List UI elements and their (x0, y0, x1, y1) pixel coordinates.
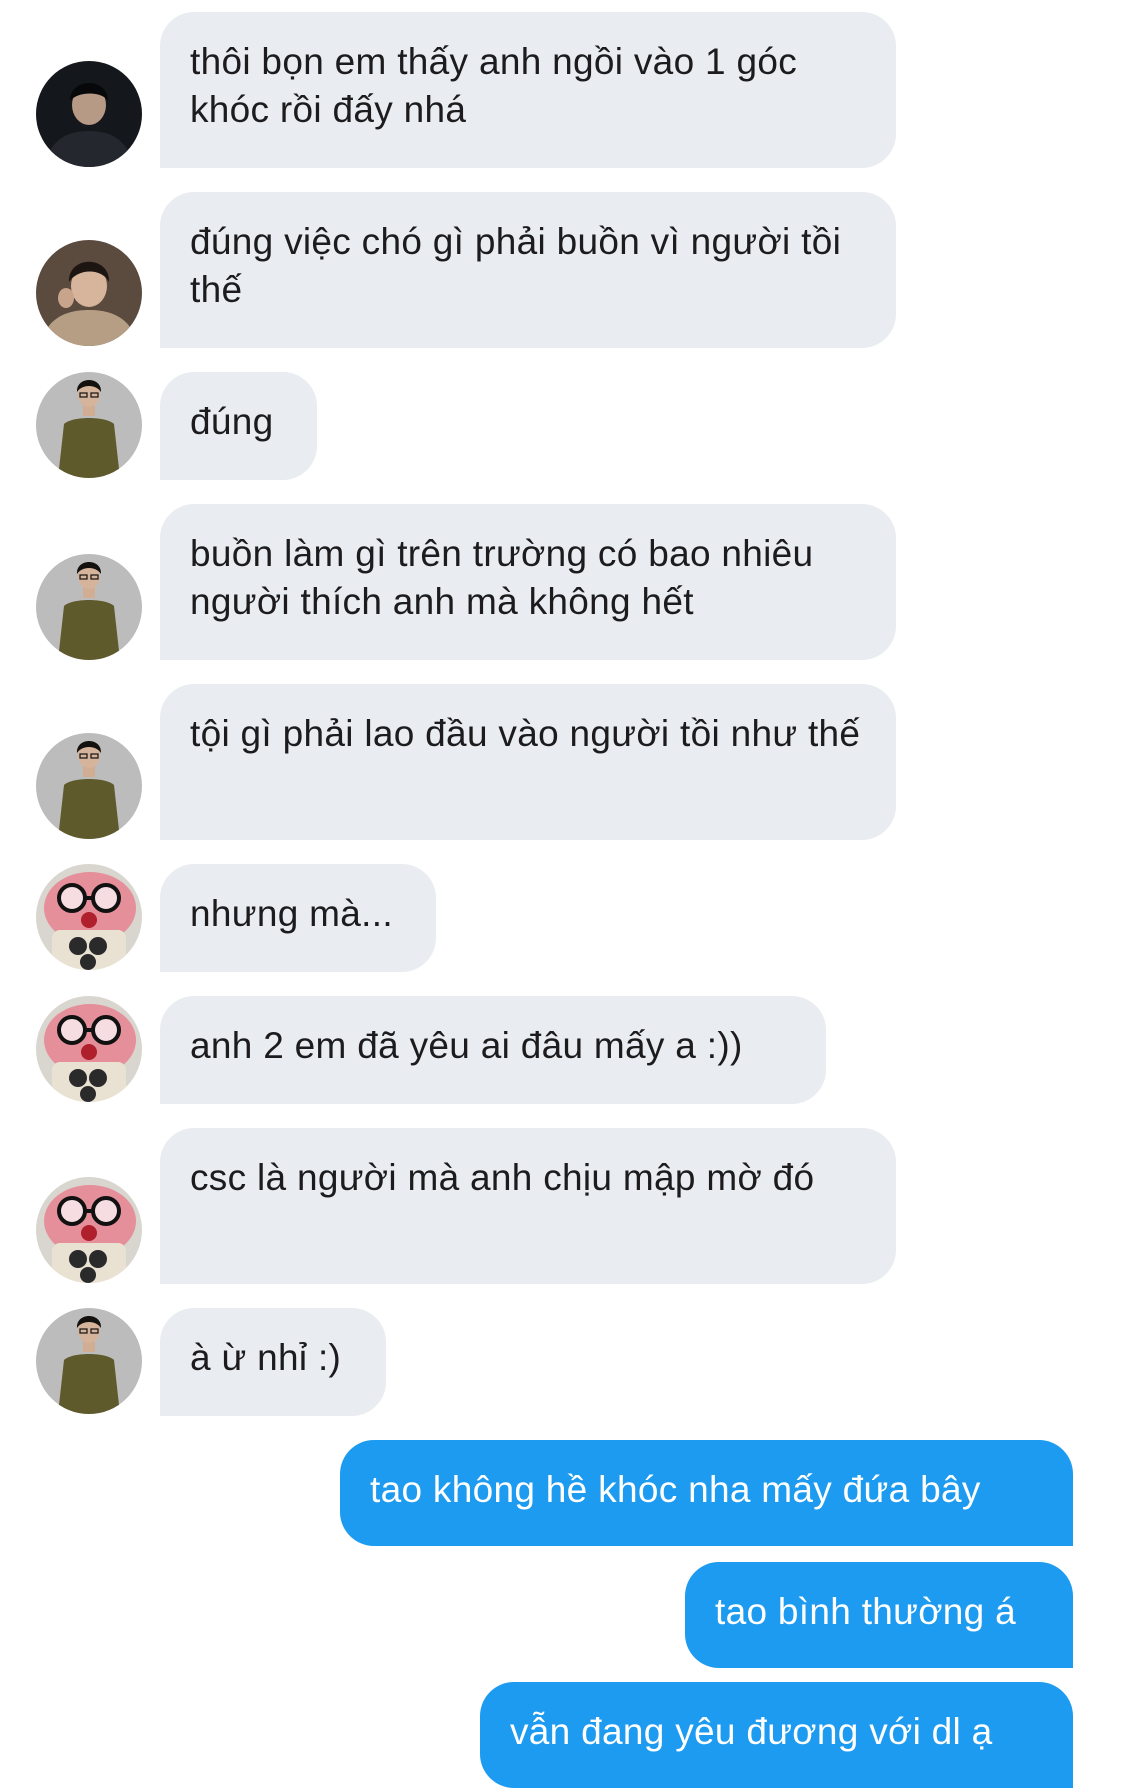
message-text: thôi bọn em thấy anh ngồi vào 1 góc khóc… (190, 41, 798, 130)
message-row: anh 2 em đã yêu ai đâu mấy a :)) (0, 996, 1125, 1104)
avatar-glasses-olive-shirt-icon (36, 554, 142, 660)
avatar-pink-plush-glasses[interactable] (36, 864, 142, 970)
message-row: tao bình thường á (0, 1562, 1125, 1668)
message-bubble[interactable]: đúng việc chó gì phải buồn vì người tồi … (160, 192, 896, 348)
message-row: vẫn đang yêu đương với dl ạ (0, 1682, 1125, 1788)
message-text: nhưng mà... (190, 893, 393, 934)
avatar-glasses-olive-shirt-icon (36, 733, 142, 839)
avatar-dark-jacket-icon (36, 61, 142, 167)
message-text: đúng (190, 401, 274, 442)
avatar-pink-plush-glasses[interactable] (36, 1177, 142, 1283)
message-thread: thôi bọn em thấy anh ngồi vào 1 góc khóc… (0, 0, 1125, 1791)
avatar-glasses-olive-shirt-icon (36, 1308, 142, 1414)
message-bubble[interactable]: buồn làm gì trên trường có bao nhiêu ngư… (160, 504, 896, 660)
message-row: đúng việc chó gì phải buồn vì người tồi … (0, 192, 1125, 348)
avatar-boy-hoodie[interactable] (36, 240, 142, 346)
message-row: đúng (0, 372, 1125, 480)
message-row: buồn làm gì trên trường có bao nhiêu ngư… (0, 504, 1125, 660)
message-bubble[interactable]: csc là người mà anh chịu mập mờ đó (160, 1128, 896, 1284)
message-row: nhưng mà... (0, 864, 1125, 972)
message-bubble[interactable]: nhưng mà... (160, 864, 436, 972)
avatar-pink-plush-glasses[interactable] (36, 996, 142, 1102)
message-row: tao không hề khóc nha mấy đứa bây (0, 1440, 1125, 1546)
message-row: tội gì phải lao đầu vào người tồi như th… (0, 684, 1125, 840)
message-text: vẫn đang yêu đương với dl ạ (510, 1711, 993, 1752)
avatar-glasses-olive-shirt-icon (36, 372, 142, 478)
message-row: thôi bọn em thấy anh ngồi vào 1 góc khóc… (0, 12, 1125, 168)
message-bubble[interactable]: vẫn đang yêu đương với dl ạ (480, 1682, 1073, 1788)
message-text: à ừ nhỉ :) (190, 1337, 342, 1378)
message-bubble[interactable]: đúng (160, 372, 317, 480)
message-bubble[interactable]: thôi bọn em thấy anh ngồi vào 1 góc khóc… (160, 12, 896, 168)
message-text: anh 2 em đã yêu ai đâu mấy a :)) (190, 1025, 743, 1066)
avatar-dark-jacket[interactable] (36, 61, 142, 167)
avatar-glasses-olive-shirt[interactable] (36, 733, 142, 839)
message-bubble[interactable]: à ừ nhỉ :) (160, 1308, 386, 1416)
message-bubble[interactable]: tao không hề khóc nha mấy đứa bây (340, 1440, 1073, 1546)
avatar-pink-plush-glasses-icon (36, 864, 142, 970)
message-row: à ừ nhỉ :) (0, 1308, 1125, 1416)
message-text: buồn làm gì trên trường có bao nhiêu ngư… (190, 533, 814, 622)
message-text: tao bình thường á (715, 1591, 1017, 1632)
message-bubble[interactable]: tao bình thường á (685, 1562, 1073, 1668)
avatar-glasses-olive-shirt[interactable] (36, 1308, 142, 1414)
avatar-pink-plush-glasses-icon (36, 1177, 142, 1283)
avatar-glasses-olive-shirt[interactable] (36, 372, 142, 478)
avatar-pink-plush-glasses-icon (36, 996, 142, 1102)
message-text: csc là người mà anh chịu mập mờ đó (190, 1157, 815, 1198)
message-text: tội gì phải lao đầu vào người tồi như th… (190, 713, 861, 754)
message-bubble[interactable]: tội gì phải lao đầu vào người tồi như th… (160, 684, 896, 840)
avatar-boy-hoodie-icon (36, 240, 142, 346)
message-bubble[interactable]: anh 2 em đã yêu ai đâu mấy a :)) (160, 996, 826, 1104)
message-row: csc là người mà anh chịu mập mờ đó (0, 1128, 1125, 1284)
avatar-glasses-olive-shirt[interactable] (36, 554, 142, 660)
message-text: đúng việc chó gì phải buồn vì người tồi … (190, 221, 842, 310)
message-text: tao không hề khóc nha mấy đứa bây (370, 1469, 981, 1510)
